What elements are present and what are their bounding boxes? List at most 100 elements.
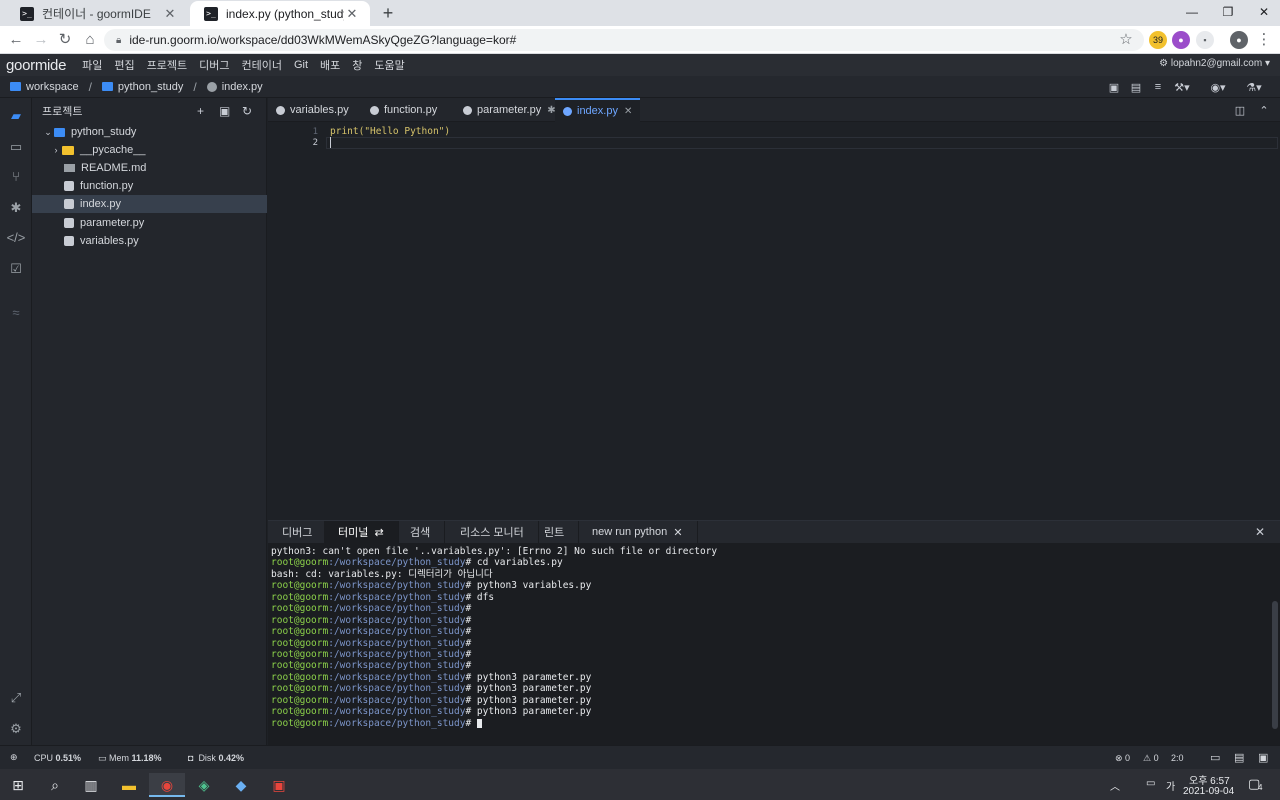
clock-time[interactable]: 오후 6:57 <box>1189 772 1230 787</box>
panel-tab-debug[interactable]: 디버그 <box>268 521 328 543</box>
panel-tab-lint[interactable]: 린트 <box>530 521 580 543</box>
account-menu[interactable]: ⚙ lopahn2@gmail.com ▾ <box>1159 58 1270 69</box>
reload-icon[interactable]: ↻ <box>55 30 75 50</box>
layout-icon[interactable]: ▭ <box>1210 751 1220 764</box>
terminal-line: root@goorm:/workspace/python_study# pyth… <box>271 695 1266 706</box>
warning-count[interactable]: ⚠ 0 <box>1143 753 1159 764</box>
breadcrumb-file[interactable]: index.py <box>206 81 263 93</box>
terminal-command: # <box>465 660 472 672</box>
new-file-icon[interactable]: + <box>197 104 204 118</box>
project-explorer-icon[interactable]: ▰ <box>0 104 32 128</box>
panel-tab-run[interactable]: new run python ✕ <box>578 521 698 543</box>
close-panel-icon[interactable]: ✕ <box>1252 525 1268 539</box>
debug-run-icon[interactable]: ⚗▾ <box>1246 81 1262 94</box>
close-icon[interactable]: ✕ <box>162 6 178 22</box>
bookmark-star-icon[interactable]: ☆ <box>1116 30 1136 50</box>
menu-help[interactable]: 도움말 <box>368 57 410 73</box>
home-icon[interactable]: ⌂ <box>80 30 100 50</box>
terminal-scrollbar[interactable] <box>1272 601 1278 729</box>
chrome-icon[interactable]: ◉ <box>149 773 185 797</box>
search-icon[interactable]: ⌕ <box>43 773 67 797</box>
windows-start-icon[interactable]: ⊞ <box>6 773 30 797</box>
tab-index[interactable]: index.py ✕ <box>555 98 641 122</box>
menu-file[interactable]: 파일 <box>76 57 108 73</box>
tree-item-parameter[interactable]: parameter.py <box>32 214 267 232</box>
menu-git[interactable]: Git <box>288 59 314 71</box>
clock-date[interactable]: 2021-09-04 <box>1183 786 1234 797</box>
settings-gear-icon[interactable]: ⚙ <box>0 717 32 741</box>
new-tab-button[interactable]: + <box>378 3 398 23</box>
menu-edit[interactable]: 편집 <box>108 57 140 73</box>
ime-indicator[interactable]: 가 <box>1166 778 1175 793</box>
chevron-right-icon: › <box>54 145 58 155</box>
wave-icon[interactable]: ≈ <box>0 301 32 325</box>
app-icon[interactable]: ◈ <box>192 773 216 797</box>
back-icon[interactable]: ← <box>6 30 26 50</box>
browser-tab[interactable]: >_ 컨테이너 - goormIDE ✕ <box>6 1 188 26</box>
panel-tab-terminal[interactable]: 터미널 ⇄ <box>324 521 399 543</box>
tree-item-function[interactable]: function.py <box>32 177 267 195</box>
chat-icon[interactable]: ▤ <box>1234 751 1244 764</box>
tab-function[interactable]: function.py <box>362 98 445 122</box>
disk-indicator: ◘ Disk 0.42% <box>188 753 244 763</box>
file-explorer-icon[interactable]: ▬ <box>117 773 141 797</box>
refresh-icon[interactable]: ↻ <box>242 104 252 118</box>
tree-project-root[interactable]: ⌄ python_study <box>32 123 267 141</box>
task-view-icon[interactable]: ▥ <box>79 773 103 797</box>
menu-project[interactable]: 프로젝트 <box>141 57 193 73</box>
format-icon[interactable]: ≡ <box>1150 81 1166 93</box>
breadcrumb-project[interactable]: python_study <box>101 81 183 93</box>
terminal-output[interactable]: python3: can't open file '..variables.py… <box>271 546 1266 729</box>
globe-icon[interactable]: ⊕ <box>10 752 18 763</box>
run-icon[interactable]: ◉▾ <box>1210 81 1226 94</box>
panel-tab-search[interactable]: 검색 <box>396 521 446 543</box>
tree-item-variables[interactable]: variables.py <box>32 232 267 250</box>
checklist-icon[interactable]: ☑ <box>0 257 32 281</box>
close-icon[interactable]: ✕ <box>624 106 632 117</box>
tree-item-pycache[interactable]: › __pycache__ <box>32 141 267 159</box>
menu-debug[interactable]: 디버그 <box>193 57 235 73</box>
close-window-button[interactable]: ✕ <box>1246 0 1280 24</box>
build-icon[interactable]: ⚒▾ <box>1174 81 1190 94</box>
breadcrumb-workspace[interactable]: workspace <box>10 81 79 93</box>
restore-button[interactable]: ❐ <box>1210 0 1246 24</box>
address-bar[interactable]: 🔒︎ ide-run.goorm.io/workspace/dd03WkMWem… <box>104 29 1144 51</box>
fullscreen-icon[interactable]: ⤢ <box>0 686 32 710</box>
app-icon[interactable]: ▣ <box>267 773 291 797</box>
extension-icon[interactable]: 39 <box>1149 31 1167 49</box>
split-view-icon[interactable]: ◫ <box>1232 104 1248 117</box>
tree-item-readme[interactable]: README.md <box>32 159 267 177</box>
menu-container[interactable]: 컨테이너 <box>236 57 288 73</box>
close-icon[interactable]: ✕ <box>344 6 360 22</box>
code-icon[interactable]: </> <box>0 226 32 250</box>
terminal-icon[interactable]: ▣ <box>1258 751 1268 764</box>
app-icon[interactable]: ◆ <box>229 773 253 797</box>
code-editor[interactable]: 1 print("Hello Python") 2 <box>268 122 1280 520</box>
tab-parameter[interactable]: parameter.py ✱ <box>455 98 564 122</box>
minimize-button[interactable]: — <box>1174 0 1210 24</box>
browser-tab-active[interactable]: >_ index.py (python_study) - goorm ✕ <box>190 1 370 26</box>
save-all-icon[interactable]: ▤ <box>1128 81 1144 94</box>
close-icon[interactable]: ✕ <box>673 526 682 539</box>
refresh-icon[interactable]: ⇄ <box>375 526 384 539</box>
profile-avatar[interactable]: ● <box>1230 31 1248 49</box>
git-branch-icon[interactable]: ⑂ <box>0 165 32 189</box>
outline-icon[interactable]: ▭ <box>0 135 32 159</box>
menu-window[interactable]: 창 <box>346 57 368 73</box>
tab-variables[interactable]: variables.py <box>268 98 357 122</box>
tree-item-index[interactable]: index.py <box>32 195 267 213</box>
extension-icon[interactable]: ● <box>1172 31 1190 49</box>
forward-icon[interactable]: → <box>31 30 51 50</box>
panel-tab-resource-monitor[interactable]: 리소스 모니터 <box>446 521 539 543</box>
chevron-up-icon[interactable]: ⌃ <box>1256 104 1272 117</box>
extension-icon[interactable]: ▪ <box>1196 31 1214 49</box>
new-folder-icon[interactable]: ▣ <box>219 104 230 118</box>
chevron-up-icon[interactable]: ︿ <box>1110 778 1120 793</box>
network-icon[interactable]: ▭ <box>1146 778 1155 789</box>
debug-bug-icon[interactable]: ✱ <box>0 196 32 220</box>
save-icon[interactable]: ▣ <box>1106 81 1122 94</box>
menu-kebab-icon[interactable]: ⋮ <box>1254 30 1274 50</box>
python-file-icon <box>206 81 217 92</box>
menu-deploy[interactable]: 배포 <box>314 57 346 73</box>
error-count[interactable]: ⊗ 0 <box>1115 753 1130 764</box>
